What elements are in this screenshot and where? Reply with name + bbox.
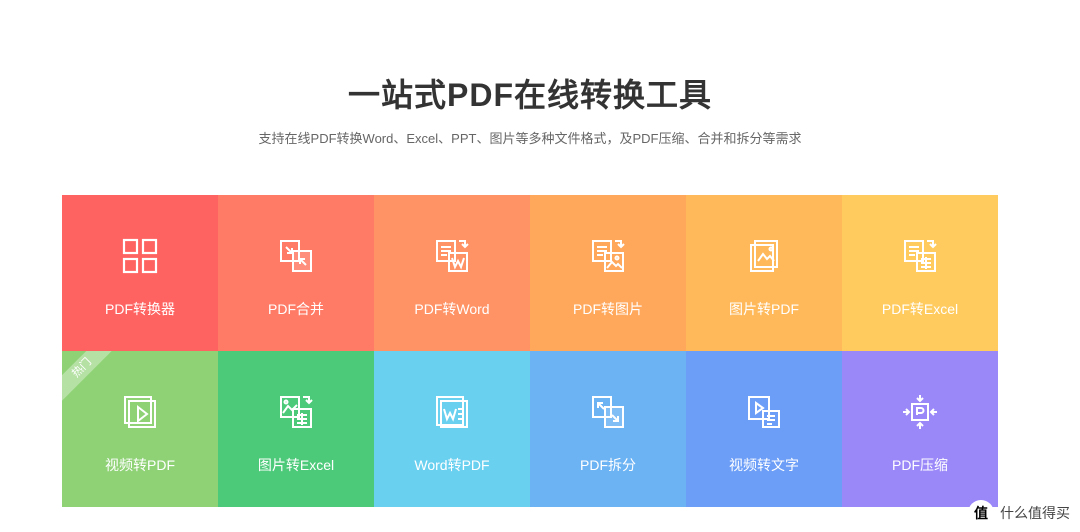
watermark-logo: 值 xyxy=(968,500,994,526)
split-icon xyxy=(589,393,627,431)
tile-pdf-to-image[interactable]: PDF转图片 xyxy=(530,195,686,351)
image-to-pdf-icon xyxy=(745,237,783,275)
tile-pdf-to-word[interactable]: PDF转Word xyxy=(374,195,530,351)
tile-label: PDF转Word xyxy=(414,301,490,317)
image-to-excel-icon xyxy=(277,393,315,431)
tile-pdf-merge[interactable]: PDF合并 xyxy=(218,195,374,351)
tile-label: PDF压缩 xyxy=(892,457,948,473)
page-subtitle: 支持在线PDF转换Word、Excel、PPT、图片等多种文件格式，及PDF压缩… xyxy=(258,131,802,146)
tile-label: PDF转换器 xyxy=(105,301,175,317)
tile-image-to-excel[interactable]: 图片转Excel xyxy=(218,351,374,507)
tile-label: 图片转Excel xyxy=(257,457,335,473)
merge-icon xyxy=(277,237,315,275)
tile-label: PDF转Excel xyxy=(881,301,959,317)
hot-badge: 热门 xyxy=(62,351,119,405)
tile-label: 图片转PDF xyxy=(729,301,799,317)
pdf-to-word-icon xyxy=(433,237,471,275)
tile-label: PDF合并 xyxy=(268,301,324,317)
tile-video-to-text[interactable]: 视频转文字 xyxy=(686,351,842,507)
pdf-to-excel-icon xyxy=(901,237,939,275)
tile-word-to-pdf[interactable]: Word转PDF xyxy=(374,351,530,507)
site-watermark: 值 什么值得买 xyxy=(968,500,1070,526)
tile-image-to-pdf[interactable]: 图片转PDF xyxy=(686,195,842,351)
tile-pdf-to-excel[interactable]: PDF转Excel xyxy=(842,195,998,351)
compress-icon xyxy=(901,393,939,431)
tile-video-to-pdf[interactable]: 热门 视频转PDF xyxy=(62,351,218,507)
tile-label: 视频转文字 xyxy=(729,457,799,473)
tile-pdf-converter[interactable]: PDF转换器 xyxy=(62,195,218,351)
tile-label: 视频转PDF xyxy=(105,457,175,473)
video-to-pdf-icon xyxy=(121,393,159,431)
word-to-pdf-icon xyxy=(433,393,471,431)
tile-pdf-compress[interactable]: PDF压缩 xyxy=(842,351,998,507)
video-to-text-icon xyxy=(745,393,783,431)
page-title: 一站式PDF在线转换工具 xyxy=(347,77,712,113)
pdf-to-image-icon xyxy=(589,237,627,275)
watermark-text: 什么值得买 xyxy=(1000,505,1070,521)
grid-icon xyxy=(121,237,159,275)
tile-label: PDF转图片 xyxy=(573,301,643,317)
tile-label: PDF拆分 xyxy=(580,457,636,473)
tool-grid: PDF转换器 PDF合并 PDF转Word PDF转图片 图片转PDF PDF转… xyxy=(62,195,998,507)
tile-pdf-split[interactable]: PDF拆分 xyxy=(530,351,686,507)
tile-label: Word转PDF xyxy=(414,457,490,473)
